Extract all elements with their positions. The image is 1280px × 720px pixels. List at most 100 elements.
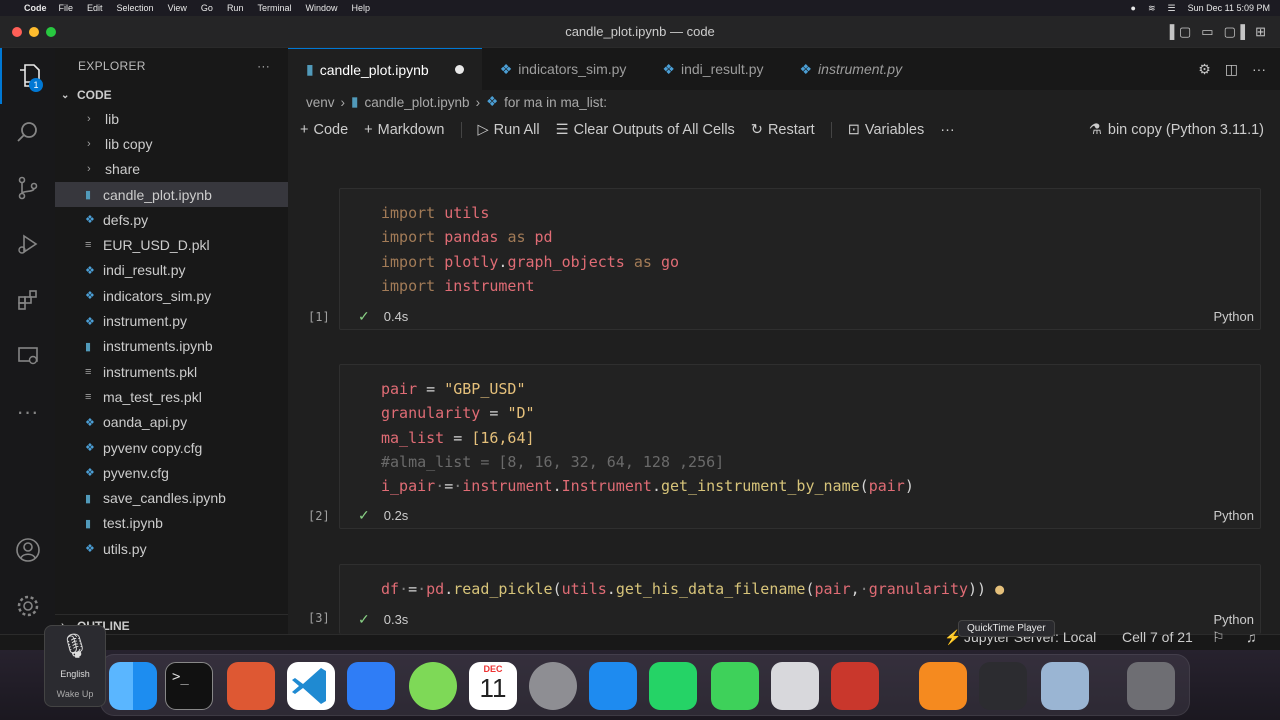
menu-help[interactable]: Help [351, 3, 370, 13]
tree-item-save-candles[interactable]: ▮ save_candles.ipynb [55, 485, 288, 510]
toggle-panel-icon[interactable]: ▭ [1201, 24, 1213, 40]
pages-icon[interactable] [919, 662, 967, 710]
cell-source[interactable]: df·=·pd.read_pickle(utils.get_his_data_f… [340, 565, 1260, 601]
search-icon[interactable] [0, 104, 55, 160]
toggle-sidebar-icon[interactable]: ▌▢ [1170, 24, 1192, 40]
menu-app-name[interactable]: Code [24, 3, 47, 13]
tree-item-pyvenv-copy[interactable]: ❖ pyvenv copy.cfg [55, 435, 288, 460]
duckduckgo-icon[interactable] [227, 662, 275, 710]
menu-run[interactable]: Run [227, 3, 244, 13]
tree-item-ma-test-res[interactable]: ≡ ma_test_res.pkl [55, 384, 288, 409]
trash-icon[interactable] [1127, 662, 1175, 710]
tree-item-defs[interactable]: ❖ defs.py [55, 207, 288, 232]
cell-language[interactable]: Python [1214, 612, 1254, 627]
customize-layout-icon[interactable]: ⊞ [1255, 24, 1266, 40]
tree-item-indi-result[interactable]: ❖ indi_result.py [55, 258, 288, 283]
tab-indicators-sim[interactable]: ❖ indicators_sim.py [481, 48, 645, 90]
extensions-icon[interactable] [0, 272, 55, 328]
cell-source[interactable]: import utils import pandas as pd import … [340, 189, 1260, 298]
menu-view[interactable]: View [168, 3, 187, 13]
tree-item-test-nb[interactable]: ▮ test.ipynb [55, 511, 288, 536]
dictation-wake[interactable]: Wake Up [45, 689, 105, 699]
breadcrumb-symbol[interactable]: for ma in ma_list: [504, 95, 607, 110]
preview-icon[interactable] [1041, 662, 1089, 710]
tree-item-share[interactable]: › share [55, 157, 288, 182]
menu-go[interactable]: Go [201, 3, 213, 13]
add-markdown-cell-button[interactable]: + Markdown [364, 122, 444, 138]
tree-item-utils[interactable]: ❖ utils.py [55, 536, 288, 561]
tree-item-oanda-api[interactable]: ❖ oanda_api.py [55, 410, 288, 435]
code-cell[interactable]: pair = "GBP_USD" granularity = "D" ma_li… [339, 364, 1261, 529]
code-cell[interactable]: df·=·pd.read_pickle(utils.get_his_data_f… [339, 564, 1261, 634]
system-settings-icon[interactable] [529, 662, 577, 710]
more-actions-icon[interactable]: ··· [1252, 61, 1266, 77]
wifi-icon[interactable]: ≋ [1148, 3, 1156, 14]
calendar-icon[interactable]: DEC 11 [469, 662, 517, 710]
clear-outputs-button[interactable]: ☰ Clear Outputs of All Cells [556, 122, 735, 138]
menubar-datetime[interactable]: Sun Dec 11 5:09 PM [1188, 3, 1270, 13]
notifications-bell-icon[interactable]: ♫ [1246, 629, 1257, 645]
lightbulb-icon[interactable]: ● [995, 580, 1004, 598]
toolbar-more-icon[interactable]: ··· [940, 122, 955, 138]
finder-icon[interactable] [109, 662, 157, 710]
safari-icon[interactable] [589, 662, 637, 710]
menu-terminal[interactable]: Terminal [257, 3, 291, 13]
restart-button[interactable]: ↻ Restart [751, 122, 815, 138]
ccleaner-icon[interactable] [831, 662, 879, 710]
explorer-icon[interactable]: 1 [0, 48, 55, 104]
tree-item-instruments-nb[interactable]: ▮ instruments.ipynb [55, 334, 288, 359]
run-debug-icon[interactable] [0, 216, 55, 272]
xcode-icon[interactable] [347, 662, 395, 710]
cell-language[interactable]: Python [1214, 309, 1254, 324]
tree-item-lib-copy[interactable]: › lib copy [55, 131, 288, 156]
tree-item-instruments-pkl[interactable]: ≡ instruments.pkl [55, 359, 288, 384]
breadcrumb-file[interactable]: candle_plot.ipynb [364, 95, 469, 110]
tree-item-candle-plot[interactable]: ▮ candle_plot.ipynb [55, 181, 288, 208]
terminal-icon[interactable]: >_ [165, 662, 213, 710]
zoom-window-button[interactable] [46, 26, 56, 37]
cell-source[interactable]: pair = "GBP_USD" granularity = "D" ma_li… [340, 365, 1260, 498]
record-icon[interactable]: ● [1131, 3, 1136, 13]
menu-edit[interactable]: Edit [87, 3, 103, 13]
cell-language[interactable]: Python [1214, 508, 1254, 523]
kernel-picker[interactable]: ⚗ bin copy (Python 3.11.1) [1089, 122, 1264, 138]
vscode-icon[interactable] [287, 662, 335, 710]
tree-item-pyvenv[interactable]: ❖ pyvenv.cfg [55, 460, 288, 485]
source-control-icon[interactable] [0, 160, 55, 216]
run-all-button[interactable]: ▷ Run All [478, 122, 540, 138]
breadcrumb-venv[interactable]: venv [306, 95, 335, 110]
settings-gear-icon[interactable]: ⚙ [1198, 61, 1211, 78]
tree-item-instrument[interactable]: ❖ instrument.py [55, 308, 288, 333]
menu-selection[interactable]: Selection [117, 3, 154, 13]
remote-explorer-icon[interactable] [0, 328, 55, 384]
close-window-button[interactable] [12, 26, 22, 37]
more-views-icon[interactable]: ··· [0, 384, 55, 440]
menu-window[interactable]: Window [305, 3, 337, 13]
control-center-icon[interactable]: ☰ [1168, 3, 1176, 14]
tree-item-lib[interactable]: › lib [55, 106, 288, 131]
whatsapp-icon[interactable] [649, 662, 697, 710]
quicktime-icon[interactable] [979, 662, 1027, 710]
accounts-icon[interactable] [0, 522, 55, 578]
dictation-language[interactable]: English [45, 669, 105, 679]
variables-button[interactable]: ⊡ Variables [848, 122, 925, 138]
notchmeister-app-icon[interactable] [409, 662, 457, 710]
menu-file[interactable]: File [59, 3, 74, 13]
messages-icon[interactable] [711, 662, 759, 710]
tab-indi-result[interactable]: ❖ indi_result.py [644, 48, 782, 90]
tree-item-indicators-sim[interactable]: ❖ indicators_sim.py [55, 283, 288, 308]
minimize-window-button[interactable] [29, 26, 39, 37]
tab-instrument[interactable]: ❖ instrument.py [781, 48, 921, 90]
tab-candle-plot[interactable]: ▮ candle_plot.ipynb [288, 48, 482, 90]
add-code-cell-button[interactable]: + Code [300, 122, 348, 138]
feedback-icon[interactable]: ⚐ [1212, 629, 1225, 646]
microphone-icon[interactable]: 🎙 [45, 632, 105, 661]
split-editor-icon[interactable]: ◫ [1225, 61, 1238, 78]
code-cell[interactable]: import utils import pandas as pd import … [339, 188, 1261, 330]
folder-section-code[interactable]: ⌄ CODE [55, 84, 288, 106]
unsaved-dot-icon[interactable] [454, 65, 464, 74]
launchpad-icon[interactable] [771, 662, 819, 710]
tree-item-eur-usd[interactable]: ≡ EUR_USD_D.pkl [55, 232, 288, 257]
explorer-more-icon[interactable]: ··· [257, 59, 270, 73]
cell-position-status[interactable]: Cell 7 of 21 [1122, 629, 1193, 645]
